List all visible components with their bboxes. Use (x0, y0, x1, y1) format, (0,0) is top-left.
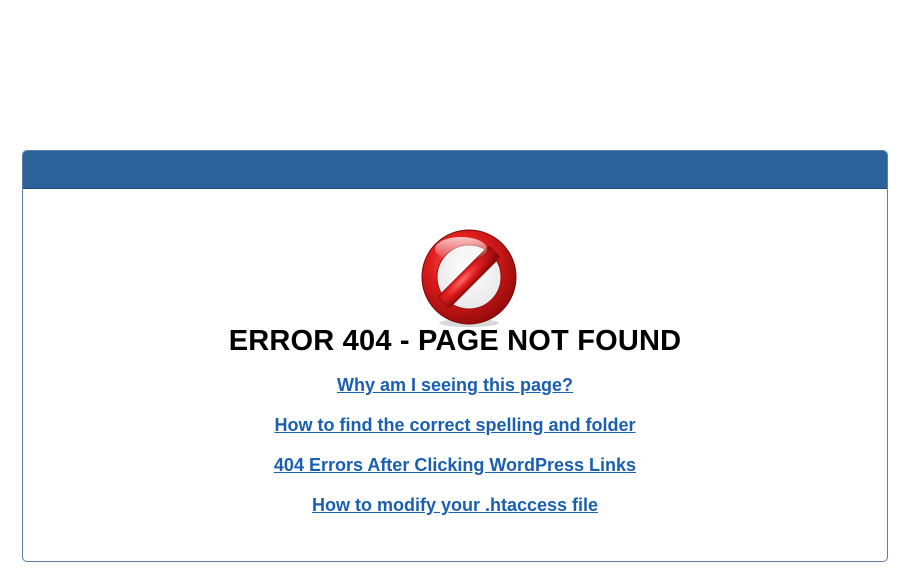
error-title: ERROR 404 - PAGE NOT FOUND (228, 325, 682, 357)
error-panel: ERROR 404 - PAGE NOT FOUND Why am I seei… (22, 150, 888, 562)
prohibited-icon (421, 229, 517, 327)
link-wordpress-404-errors[interactable]: 404 Errors After Clicking WordPress Link… (274, 454, 636, 476)
link-correct-spelling-folder[interactable]: How to find the correct spelling and fol… (274, 414, 635, 436)
link-modify-htaccess[interactable]: How to modify your .htaccess file (312, 494, 598, 516)
help-links: Why am I seeing this page? How to find t… (23, 374, 887, 534)
panel-header-bar (23, 151, 887, 189)
link-why-seeing-page[interactable]: Why am I seeing this page? (337, 374, 573, 396)
